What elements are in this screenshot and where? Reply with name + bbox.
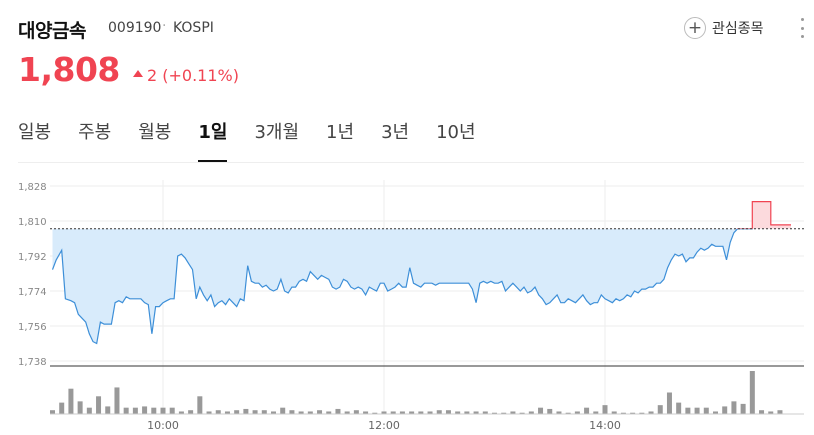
volume-bar [234, 410, 240, 414]
volume-bar [731, 401, 737, 414]
volume-bar [666, 392, 672, 414]
volume-bar [289, 410, 295, 414]
volume-bar [676, 402, 682, 414]
current-price: 1,808 [18, 50, 120, 89]
more-vertical-icon[interactable] [798, 18, 806, 38]
volume-bar [169, 407, 175, 414]
volume-bar [749, 371, 755, 414]
volume-bar [657, 405, 663, 414]
volume-bar [86, 407, 92, 414]
volume-bar [68, 388, 74, 414]
tab-3year[interactable]: 3년 [381, 118, 409, 162]
x-tick-label: 12:00 [368, 419, 400, 432]
volume-bar [252, 410, 258, 414]
add-favorite-button[interactable]: + 관심종목 [684, 14, 764, 42]
volume-bar [96, 396, 102, 414]
volume-bar [261, 410, 267, 414]
volume-bar [142, 406, 148, 414]
volume-bar [160, 407, 166, 414]
volume-bar [59, 402, 65, 414]
arrow-up-icon [133, 70, 143, 77]
volume-bar [685, 407, 691, 414]
plus-icon: + [684, 17, 706, 39]
divider [18, 162, 804, 163]
y-tick-label: 1,828 [18, 182, 47, 193]
volume-bar [123, 407, 129, 414]
volume-bar [188, 410, 194, 414]
volume-bar [280, 407, 286, 414]
y-tick-label: 1,774 [18, 287, 47, 298]
volume-bar [759, 410, 765, 414]
volume-bar [335, 408, 341, 414]
price-change: 2 (+0.11%) [147, 66, 239, 85]
y-tick-label: 1,738 [18, 357, 47, 368]
stock-header: 대양금속 009190 · KOSPI + 관심종목 [18, 14, 808, 44]
volume-bar [445, 410, 451, 414]
x-tick-label: 10:00 [147, 419, 179, 432]
volume-bar [538, 407, 544, 414]
volume-bar [243, 408, 249, 414]
period-tabs: 일봉 주봉 월봉 1일 3개월 1년 3년 10년 [18, 118, 503, 162]
volume-bar [777, 410, 783, 414]
volume-bar [703, 407, 709, 414]
stock-code: 009190 [108, 20, 162, 36]
x-tick-label: 14:00 [589, 419, 621, 432]
tab-1day[interactable]: 1일 [198, 118, 228, 162]
tab-10year[interactable]: 10년 [436, 118, 475, 162]
y-tick-label: 1,792 [18, 252, 47, 263]
volume-bar [77, 401, 83, 414]
volume-bar [151, 407, 157, 414]
y-tick-label: 1,756 [18, 322, 47, 333]
favorite-label: 관심종목 [712, 21, 764, 37]
volume-bar [105, 406, 111, 414]
stock-name: 대양금속 [18, 20, 86, 42]
volume-bar [353, 410, 359, 414]
volume-bar [694, 407, 700, 414]
tab-daily[interactable]: 일봉 [18, 118, 51, 162]
tab-3month[interactable]: 3개월 [254, 118, 299, 162]
y-tick-label: 1,810 [18, 217, 47, 228]
volume-bar [197, 396, 203, 414]
volume-bar [132, 407, 138, 414]
tab-1year[interactable]: 1년 [326, 118, 354, 162]
volume-bar [436, 410, 442, 414]
volume-bar [740, 403, 746, 414]
volume-bar [547, 408, 553, 414]
volume-bar [584, 407, 590, 414]
tab-weekly[interactable]: 주봉 [78, 118, 111, 162]
volume-bar [50, 410, 55, 414]
market-name: KOSPI [173, 20, 214, 36]
volume-bar [114, 387, 120, 414]
volume-bar [215, 410, 221, 414]
separator-dot: · [162, 18, 167, 34]
intraday-chart[interactable]: 1,828 1,810 1,792 1,774 1,756 1,738 10:00 12:00… [0, 166, 814, 435]
tab-monthly[interactable]: 월봉 [138, 118, 171, 162]
volume-bar [317, 410, 323, 414]
volume-bar [602, 405, 608, 414]
volume-bar [722, 406, 728, 414]
